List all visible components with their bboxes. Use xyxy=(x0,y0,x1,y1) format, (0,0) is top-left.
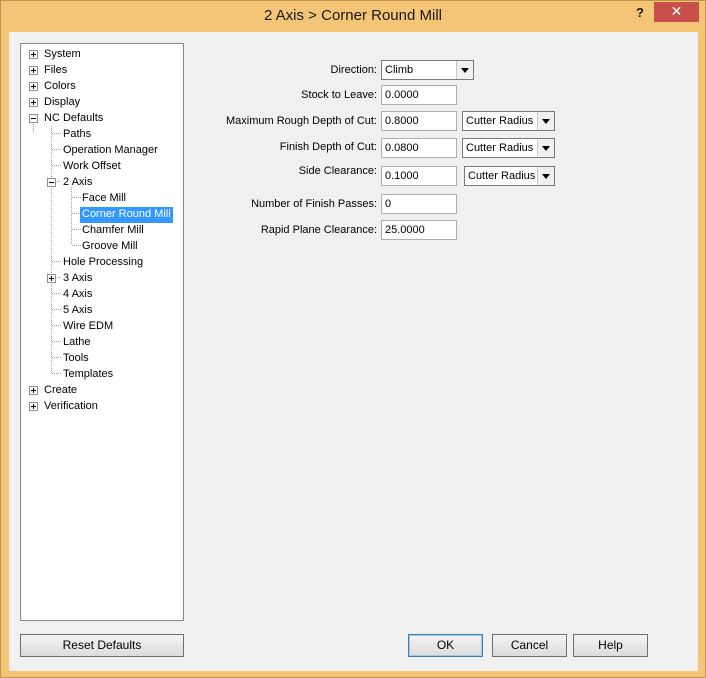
help-icon[interactable]: ? xyxy=(629,5,651,23)
close-icon[interactable]: ✕ xyxy=(654,2,699,22)
help-button[interactable]: Help xyxy=(573,634,648,657)
max-rough-depth-label: Maximum Rough Depth of Cut: xyxy=(225,115,377,127)
tree-item-files[interactable]: Files xyxy=(42,63,69,79)
tree-item-lathe[interactable]: Lathe xyxy=(61,335,93,351)
finish-depth-label: Finish Depth of Cut: xyxy=(279,141,377,153)
tree-item-work-offset[interactable]: Work Offset xyxy=(61,159,123,175)
chevron-down-icon[interactable] xyxy=(537,167,554,185)
tree-item-display[interactable]: Display xyxy=(42,95,82,111)
ok-button[interactable]: OK xyxy=(408,634,483,657)
tree-item-5-axis[interactable]: 5 Axis xyxy=(61,303,94,319)
chevron-down-icon[interactable] xyxy=(456,61,473,79)
tree-item-corner-round-mill[interactable]: Corner Round Mill xyxy=(80,207,173,223)
rapid-plane-label: Rapid Plane Clearance: xyxy=(260,224,377,236)
collapse-2-axis-icon[interactable] xyxy=(47,178,56,187)
tree-item-2-axis[interactable]: 2 Axis xyxy=(61,175,94,191)
tree-item-colors[interactable]: Colors xyxy=(42,79,78,95)
tree-item-hole-processing[interactable]: Hole Processing xyxy=(61,255,145,271)
dialog-client: System Files Colors Display NC Defaults … xyxy=(9,32,698,671)
chevron-down-icon[interactable] xyxy=(537,139,554,157)
rapid-plane-input[interactable]: 25.0000 xyxy=(381,220,457,240)
finish-passes-input[interactable]: 0 xyxy=(381,194,457,214)
tree-item-nc-defaults[interactable]: NC Defaults xyxy=(42,111,105,127)
direction-select[interactable]: Climb xyxy=(381,60,474,80)
finish-passes-label: Number of Finish Passes: xyxy=(251,198,377,210)
stock-to-leave-label: Stock to Leave: xyxy=(301,89,377,101)
expand-colors-icon[interactable] xyxy=(29,82,38,91)
finish-depth-mode-value: Cutter Radius xyxy=(466,142,534,154)
tree-item-verification[interactable]: Verification xyxy=(42,399,100,415)
direction-label: Direction: xyxy=(330,64,377,76)
expand-system-icon[interactable] xyxy=(29,50,38,59)
title-bar[interactable]: 2 Axis > Corner Round Mill ? ✕ xyxy=(1,1,705,32)
side-clearance-input[interactable]: 0.1000 xyxy=(381,166,457,186)
tree-item-groove-mill[interactable]: Groove Mill xyxy=(80,239,140,255)
window-title: 2 Axis > Corner Round Mill xyxy=(264,7,442,24)
max-rough-depth-mode-value: Cutter Radius xyxy=(466,115,534,127)
tree-item-paths[interactable]: Paths xyxy=(61,127,93,143)
tree-item-chamfer-mill[interactable]: Chamfer Mill xyxy=(80,223,146,239)
max-rough-depth-mode-select[interactable]: Cutter Radius xyxy=(462,111,555,131)
tree-item-wire-edm[interactable]: Wire EDM xyxy=(61,319,115,335)
settings-tree[interactable]: System Files Colors Display NC Defaults … xyxy=(20,43,184,621)
collapse-nc-defaults-icon[interactable] xyxy=(29,114,38,123)
tree-item-tools[interactable]: Tools xyxy=(61,351,91,367)
dialog-window: 2 Axis > Corner Round Mill ? ✕ System Fi… xyxy=(0,0,706,678)
expand-verification-icon[interactable] xyxy=(29,402,38,411)
tree-item-create[interactable]: Create xyxy=(42,383,79,399)
side-clearance-mode-value: Cutter Radius xyxy=(468,170,536,182)
expand-3-axis-icon[interactable] xyxy=(47,274,56,283)
finish-depth-mode-select[interactable]: Cutter Radius xyxy=(462,138,555,158)
tree-item-3-axis[interactable]: 3 Axis xyxy=(61,271,94,287)
max-rough-depth-input[interactable]: 0.8000 xyxy=(381,111,457,131)
side-clearance-mode-select[interactable]: Cutter Radius xyxy=(464,166,555,186)
expand-files-icon[interactable] xyxy=(29,66,38,75)
side-clearance-label: Side Clearance: xyxy=(298,165,377,177)
expand-create-icon[interactable] xyxy=(29,386,38,395)
finish-depth-input[interactable]: 0.0800 xyxy=(381,138,457,158)
tree-item-system[interactable]: System xyxy=(42,47,83,63)
cancel-button[interactable]: Cancel xyxy=(492,634,567,657)
expand-display-icon[interactable] xyxy=(29,98,38,107)
tree-item-face-mill[interactable]: Face Mill xyxy=(80,191,128,207)
stock-to-leave-input[interactable]: 0.0000 xyxy=(381,85,457,105)
tree-item-operation-manager[interactable]: Operation Manager xyxy=(61,143,160,159)
chevron-down-icon[interactable] xyxy=(537,112,554,130)
tree-item-4-axis[interactable]: 4 Axis xyxy=(61,287,94,303)
reset-defaults-button[interactable]: Reset Defaults xyxy=(20,634,184,657)
tree-item-templates[interactable]: Templates xyxy=(61,367,115,383)
direction-value: Climb xyxy=(385,64,414,76)
